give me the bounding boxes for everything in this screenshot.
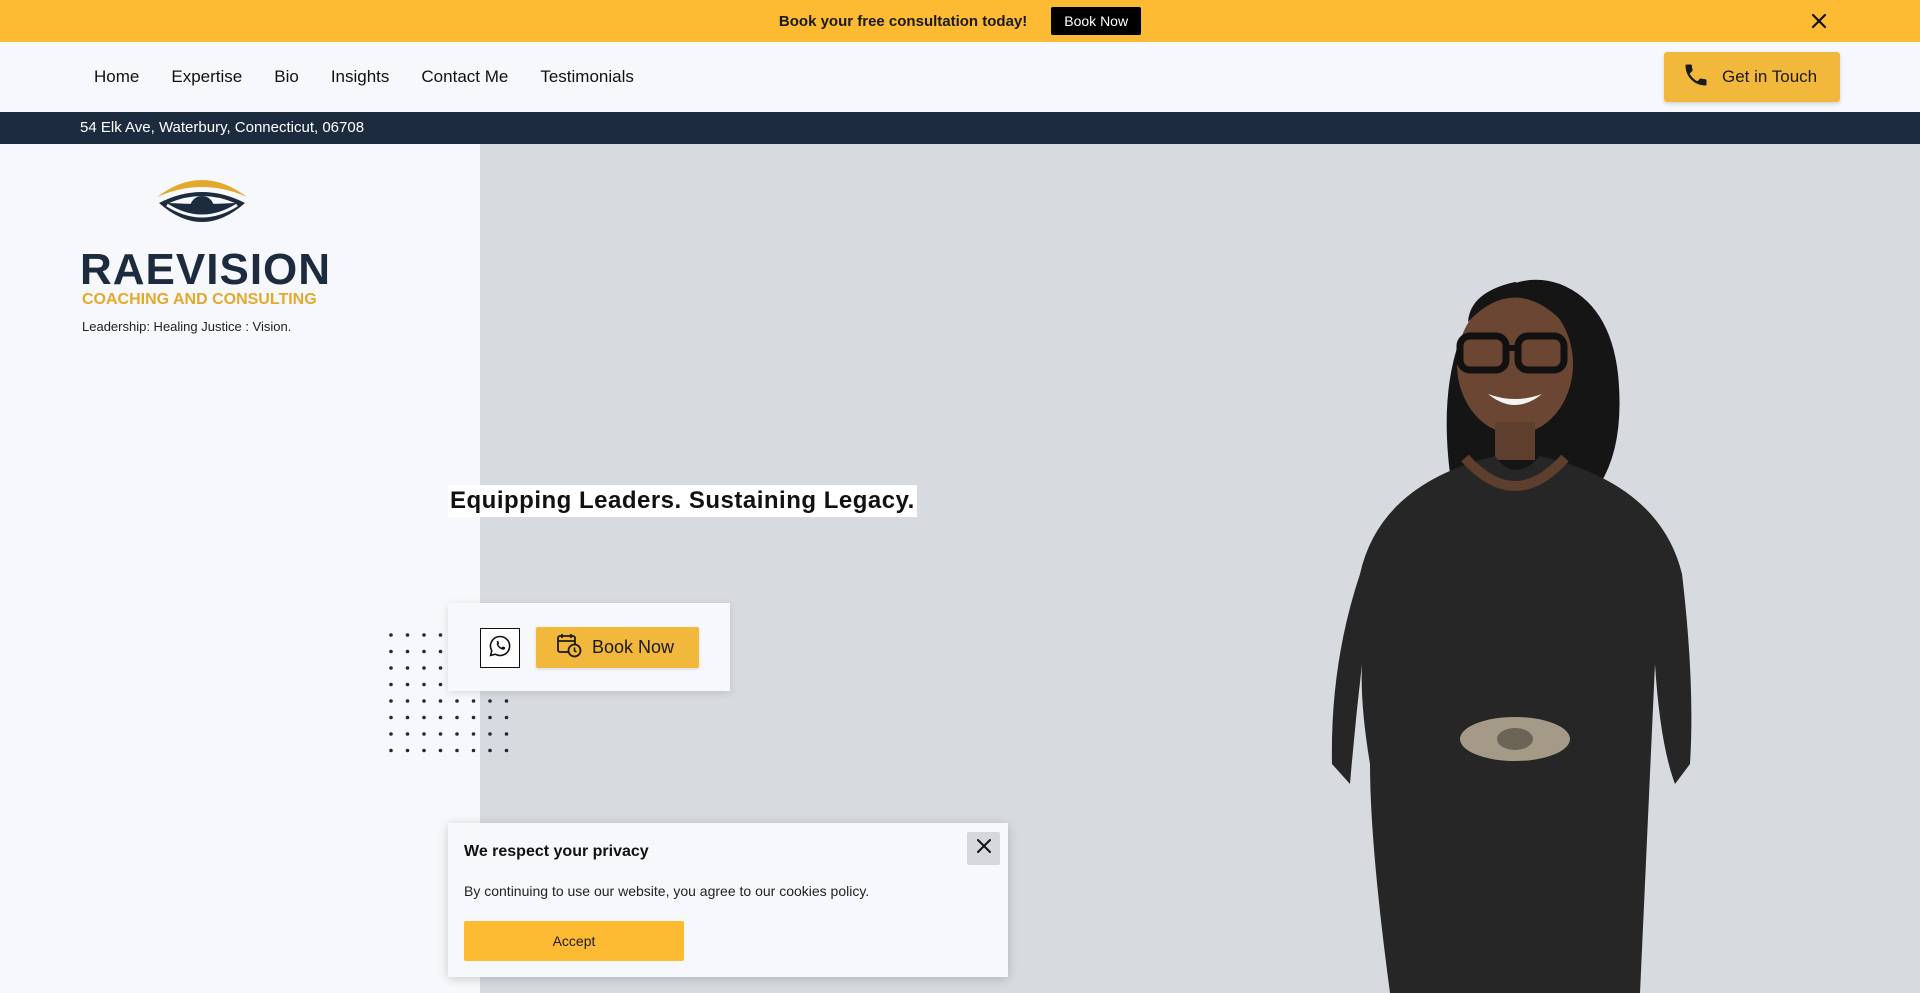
nav-link-testimonials[interactable]: Testimonials bbox=[540, 67, 634, 87]
close-icon bbox=[976, 838, 992, 859]
portrait-image bbox=[1300, 244, 1720, 993]
nav-link-contact-me[interactable]: Contact Me bbox=[421, 67, 508, 87]
hero-headline: Equipping Leaders. Sustaining Legacy. bbox=[448, 485, 917, 517]
cookie-title: We respect your privacy bbox=[464, 843, 649, 860]
book-now-button[interactable]: Book Now bbox=[536, 627, 699, 668]
close-icon[interactable] bbox=[1808, 10, 1830, 32]
promo-book-now-button[interactable]: Book Now bbox=[1051, 7, 1142, 35]
whatsapp-icon bbox=[488, 634, 512, 663]
get-in-touch-button[interactable]: Get in Touch bbox=[1664, 52, 1840, 102]
address-text: 54 Elk Ave, Waterbury, Connecticut, 0670… bbox=[80, 119, 365, 136]
logo-name: RAEVISION bbox=[80, 245, 332, 294]
nav-link-insights[interactable]: Insights bbox=[331, 67, 390, 87]
promo-bar: Book your free consultation today! Book … bbox=[0, 0, 1920, 42]
nav-links: Home Expertise Bio Insights Contact Me T… bbox=[78, 42, 650, 112]
nav-link-expertise[interactable]: Expertise bbox=[171, 67, 242, 87]
whatsapp-button[interactable] bbox=[480, 628, 520, 668]
logo-tagline: Leadership: Healing Justice : Vision. bbox=[82, 319, 292, 334]
logo[interactable]: RAEVISION COACHING AND CONSULTING Leader… bbox=[80, 175, 330, 340]
cookie-close-button[interactable] bbox=[967, 832, 1000, 865]
book-now-label: Book Now bbox=[592, 637, 675, 657]
logo-subtitle: COACHING AND CONSULTING bbox=[82, 291, 317, 308]
nav-link-home[interactable]: Home bbox=[94, 67, 139, 87]
get-in-touch-label: Get in Touch bbox=[1722, 67, 1818, 86]
cookie-body: By continuing to use our website, you ag… bbox=[464, 883, 870, 899]
address-bar: 54 Elk Ave, Waterbury, Connecticut, 0670… bbox=[0, 112, 1920, 144]
calendar-clock-icon bbox=[556, 632, 582, 663]
phone-icon bbox=[1682, 61, 1710, 94]
nav-link-bio[interactable]: Bio bbox=[274, 67, 299, 87]
cookie-banner: We respect your privacy By continuing to… bbox=[448, 823, 1008, 977]
promo-text: Book your free consultation today! bbox=[778, 12, 1028, 30]
hero-action-card: Book Now bbox=[448, 603, 730, 691]
eye-icon bbox=[155, 177, 249, 242]
main-nav: Home Expertise Bio Insights Contact Me T… bbox=[0, 42, 1920, 112]
accept-button[interactable]: Accept bbox=[464, 921, 684, 961]
